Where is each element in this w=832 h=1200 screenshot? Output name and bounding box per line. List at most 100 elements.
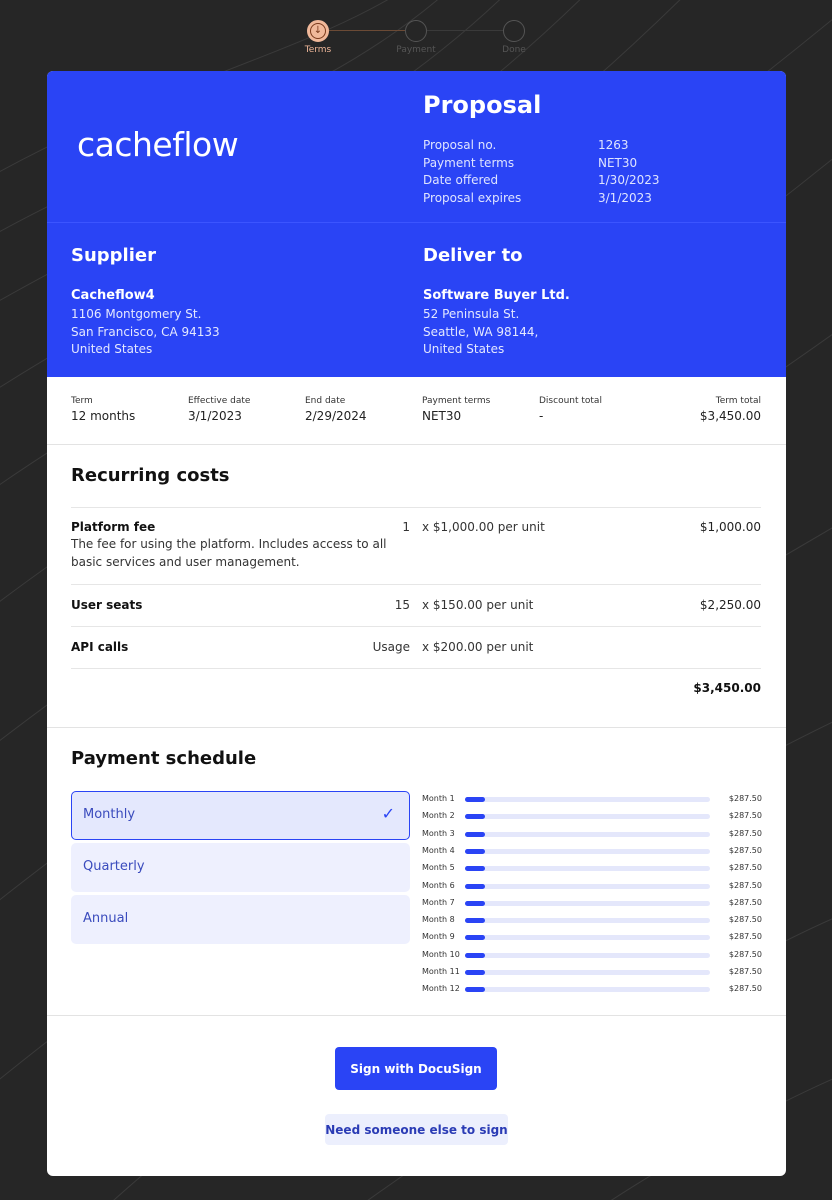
- month-bar-fill: [465, 848, 486, 854]
- month-bar-fill: [465, 918, 486, 924]
- term-value: 2/29/2024: [305, 409, 367, 423]
- term-value: $3,450.00: [699, 409, 761, 423]
- option-annual[interactable]: Annual: [71, 895, 410, 944]
- deliver-to-heading: Deliver to: [423, 245, 523, 266]
- month-label: Month 9: [422, 932, 455, 942]
- sign-with-docusign-button[interactable]: Sign with DocuSign: [335, 1047, 497, 1090]
- meta-row: Payment terms NET30: [423, 155, 660, 173]
- progress-stepper: ↓ Terms Payment Done: [0, 20, 832, 60]
- month-bar-track: [465, 797, 710, 802]
- arrow-down-circle-icon: ↓: [310, 23, 326, 39]
- month-bar-fill: [465, 883, 486, 889]
- month-amount: $287.50: [728, 915, 762, 925]
- schedule-row: Month 9 $287.50: [422, 930, 762, 944]
- cost-unit-price: x $1,000.00 per unit: [422, 520, 545, 534]
- option-label: Quarterly: [83, 859, 145, 874]
- step-payment[interactable]: Payment: [376, 20, 456, 55]
- month-amount: $287.50: [728, 863, 762, 873]
- month-bar-fill: [465, 970, 486, 975]
- month-amount: $287.50: [728, 949, 762, 959]
- month-bar-track: [465, 831, 710, 837]
- meta-row: Proposal no. 1263: [423, 137, 660, 155]
- cost-name: API calls: [71, 640, 129, 654]
- step-indicator: [503, 20, 525, 42]
- month-bar-fill: [465, 952, 486, 958]
- month-label: Month 11: [422, 967, 460, 976]
- step-done[interactable]: Done: [474, 20, 554, 55]
- month-bar-track: [465, 970, 710, 975]
- schedule-row: Month 7 $287.50: [422, 896, 762, 910]
- meta-key: Proposal expires: [423, 190, 522, 205]
- term-value: NET30: [422, 409, 462, 423]
- term-label: Effective date: [188, 396, 251, 406]
- cost-description: The fee for using the platform. Includes…: [71, 537, 387, 569]
- supplier-heading: Supplier: [71, 245, 156, 266]
- cost-row: Platform fee The fee for using the platf…: [71, 507, 761, 584]
- meta-value: 3/1/2023: [598, 190, 652, 205]
- meta-value: 1263: [598, 138, 629, 152]
- month-bar-fill: [465, 900, 486, 906]
- cacheflow-logo: cacheflow: [77, 125, 239, 164]
- schedule-row: Month 2 $287.50: [422, 809, 762, 823]
- month-bar-track: [465, 918, 710, 924]
- meta-value: NET30: [598, 155, 638, 170]
- month-bar-fill: [465, 987, 486, 993]
- month-bar-fill: [465, 831, 486, 837]
- deliver-to-block: Deliver to Software Buyer Ltd. 52 Penins…: [423, 245, 753, 359]
- supplier-name: Cacheflow4: [71, 288, 155, 303]
- step-terms[interactable]: ↓ Terms: [278, 20, 358, 55]
- month-bar-track: [465, 866, 710, 872]
- month-label: Month 1: [422, 794, 455, 803]
- option-label: Monthly: [83, 807, 136, 822]
- address-line: 52 Peninsula St.: [423, 307, 520, 321]
- section-title: Recurring costs: [71, 465, 230, 486]
- schedule-row: Month 5 $287.50: [422, 861, 762, 875]
- need-someone-else-to-sign-button[interactable]: Need someone else to sign: [325, 1114, 508, 1145]
- schedule-row: Month 4 $287.50: [422, 844, 762, 858]
- month-amount: $287.50: [728, 880, 762, 890]
- term-label: Payment terms: [422, 396, 491, 406]
- supplier-block: Supplier Cacheflow4 1106 Montgomery St. …: [71, 245, 401, 359]
- term-label: Term: [71, 396, 93, 406]
- step-label: Payment: [396, 45, 436, 55]
- schedule-row: Month 1 $287.50: [422, 792, 762, 806]
- month-bar-fill: [465, 797, 486, 802]
- month-amount: $287.50: [728, 897, 762, 907]
- proposal-card: cacheflow Proposal Proposal no. 1263 Paym…: [47, 71, 786, 1176]
- buyer-name: Software Buyer Ltd.: [423, 288, 570, 303]
- month-bar-fill: [465, 866, 486, 872]
- term-value: -: [539, 409, 544, 423]
- month-amount: $287.50: [728, 845, 762, 855]
- month-amount: $287.50: [728, 967, 762, 976]
- option-monthly[interactable]: Monthly ✓: [71, 791, 410, 840]
- meta-value: 1/30/2023: [598, 173, 660, 187]
- schedule-row: Month 3 $287.50: [422, 827, 762, 841]
- schedule-row: Month 10 $287.50: [422, 948, 762, 962]
- term-item: Term 12 months: [71, 396, 135, 423]
- term-value: 3/1/2023: [188, 409, 242, 423]
- proposal-summary: cacheflow Proposal Proposal no. 1263 Paym…: [47, 71, 786, 223]
- cost-unit-price: x $150.00 per unit: [422, 598, 534, 612]
- schedule-row: Month 11 $287.50: [422, 965, 762, 979]
- term-value: 12 months: [71, 409, 136, 423]
- month-amount: $287.50: [728, 932, 762, 942]
- month-amount: $287.50: [728, 811, 762, 821]
- term-item: Discount total -: [539, 396, 602, 423]
- actions: Sign with DocuSign Need someone else to …: [47, 1016, 786, 1176]
- option-quarterly[interactable]: Quarterly: [71, 843, 410, 892]
- month-amount: $287.50: [728, 984, 762, 994]
- month-label: Month 4: [422, 845, 455, 855]
- meta-row: Date offered 1/30/2023: [423, 172, 660, 190]
- meta-row: Proposal expires 3/1/2023: [423, 190, 660, 208]
- cost-quantity: Usage: [372, 640, 410, 654]
- cost-row: API calls Usage x $200.00 per unit: [71, 626, 761, 668]
- terms-strip: Term 12 months Effective date 3/1/2023 End…: [47, 377, 786, 445]
- recurring-costs-section: Recurring costs Platform fee The fee for…: [47, 445, 786, 728]
- month-label: Month 5: [422, 863, 455, 873]
- month-label: Month 2: [422, 811, 455, 821]
- month-bar-track: [465, 952, 710, 958]
- schedule-row: Month 6 $287.50: [422, 879, 762, 893]
- cost-name: Platform fee: [71, 520, 156, 534]
- month-label: Month 6: [422, 880, 455, 890]
- month-bar-track: [465, 987, 710, 993]
